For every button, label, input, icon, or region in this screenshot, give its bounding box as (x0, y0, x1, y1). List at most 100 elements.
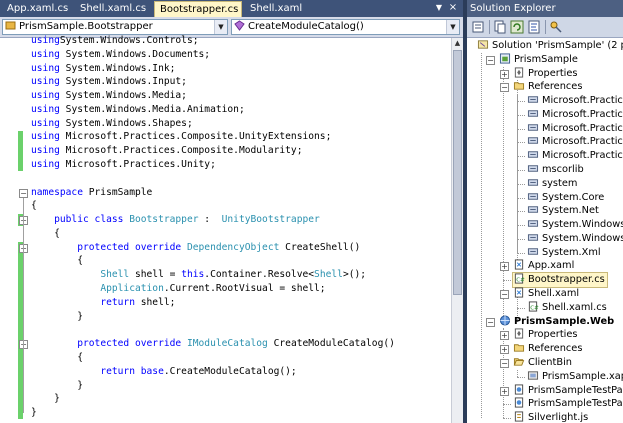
tab-list-dropdown-icon[interactable]: ▼ (433, 2, 445, 14)
tree-node[interactable]: Properties (513, 328, 578, 342)
tree-node-label: Microsoft.Practices (542, 122, 623, 134)
tree-node-label: PrismSample (514, 53, 578, 65)
tree-connector (517, 80, 518, 253)
code-keyword: protected override (77, 338, 182, 350)
reference-icon (527, 206, 539, 214)
tree-node[interactable]: C# Bootstrapper.cs (512, 272, 608, 289)
collapse-node-icon[interactable]: − (486, 317, 495, 327)
show-all-files-icon[interactable] (493, 20, 507, 34)
code-line: using Microsoft.Practices.Unity; (31, 158, 216, 172)
tree-connector (503, 404, 511, 406)
tree-node[interactable]: Properties (513, 67, 578, 81)
tree-node[interactable]: Microsoft.Practices (527, 149, 623, 163)
tree-node[interactable]: System.Windows (527, 218, 623, 232)
tree-node[interactable]: Solution 'PrismSample' (2 projects) (477, 39, 623, 53)
tree-node[interactable]: C# Shell.xaml.cs (527, 301, 607, 315)
reference-icon (527, 123, 539, 131)
tree-node[interactable]: PrismSample (499, 53, 578, 67)
class-diagram-icon[interactable] (549, 20, 563, 34)
chevron-down-icon[interactable]: ▼ (214, 20, 227, 34)
method-icon (234, 20, 245, 31)
expand-node-icon[interactable]: + (500, 386, 509, 396)
tree-connector (517, 170, 525, 172)
code-keyword: using (31, 76, 60, 88)
collapse-node-icon[interactable]: − (500, 358, 509, 368)
expand-node-icon[interactable]: + (500, 345, 509, 355)
tree-node[interactable]: System.Xml (527, 246, 601, 260)
tree-node[interactable]: System.Net (527, 204, 599, 218)
tree-node[interactable]: System.Core (527, 191, 604, 205)
tree-node[interactable]: Shell.xaml (513, 287, 579, 301)
tab-app-xaml-cs[interactable]: App.xaml.cs (2, 1, 72, 17)
code-token: Microsoft.Practices.Unity; (59, 159, 216, 171)
tree-node-label: System.Xml (542, 246, 601, 258)
close-tab-icon[interactable]: × (447, 2, 459, 14)
code-token: { (31, 255, 83, 267)
code-keyword: using (31, 159, 60, 171)
tree-node[interactable]: System.Windows.B (527, 232, 623, 246)
tab-shell-xaml-cs[interactable]: Shell.xaml.cs (75, 1, 153, 17)
editor-gutter: − − − − (0, 38, 28, 423)
tree-connector (517, 238, 525, 240)
reference-icon (527, 110, 539, 117)
code-line: return base.CreateModuleCatalog(); (31, 365, 297, 379)
tree-node[interactable]: system (527, 177, 577, 191)
code-token: System.Windows.Shapes; (59, 117, 193, 129)
vertical-scrollbar[interactable]: ▲ (451, 38, 463, 423)
code-token: .Current.RootVisual = shell; (163, 283, 326, 295)
expand-node-icon[interactable]: + (500, 331, 509, 341)
code-token: System.Windows.Media.Animation; (59, 103, 245, 115)
collapse-region-icon[interactable]: − (19, 188, 28, 198)
code-line: } (31, 392, 60, 406)
code-token: } (31, 407, 37, 419)
tree-node[interactable]: References (513, 342, 582, 356)
tree-node[interactable]: Microsoft.Practices (527, 122, 623, 136)
collapse-node-icon[interactable]: − (500, 83, 509, 93)
tree-node[interactable]: Silverlight.js (513, 411, 588, 423)
tree-connector (517, 307, 525, 309)
tree-node[interactable]: References (513, 80, 582, 94)
code-token: .CreateModuleCatalog(); (163, 365, 297, 377)
tree-node[interactable]: PrismSample.Web (499, 315, 614, 329)
code-keyword: public class (54, 214, 124, 226)
folder-icon (513, 344, 525, 352)
properties-icon[interactable] (471, 20, 485, 34)
tab-bootstrapper-cs[interactable]: Bootstrapper.cs (154, 1, 242, 17)
svg-text:C#: C# (530, 305, 539, 311)
expand-node-icon[interactable]: + (500, 69, 509, 79)
view-code-icon[interactable] (527, 20, 541, 34)
reference-icon (527, 220, 539, 227)
tree-node[interactable]: PrismSampleTestPage.aspx (513, 383, 623, 398)
tree-connector (481, 52, 482, 419)
code-editor[interactable]: App.xaml.cs Shell.xaml.cs Bootstrapper.c… (0, 0, 463, 423)
tree-node-label: PrismSampleTestPage.aspx (528, 384, 623, 396)
tree-node[interactable]: PrismSample.xap (527, 370, 623, 384)
tree-node[interactable]: App.xaml (513, 259, 574, 273)
open-folder-icon (513, 358, 525, 366)
scroll-up-icon[interactable]: ▲ (452, 38, 463, 49)
collapse-node-icon[interactable]: − (500, 290, 509, 300)
tree-node[interactable]: mscorlib (527, 163, 584, 177)
tree-node[interactable]: Microsoft.Practices (527, 108, 623, 122)
member-combo[interactable]: CreateModuleCatalog() ▼ (231, 19, 460, 35)
chevron-down-icon[interactable]: ▼ (446, 20, 459, 34)
expand-node-icon[interactable]: + (500, 262, 509, 272)
toolbar-separator (545, 20, 546, 34)
code-line: Shell shell = this.Container.Resolve<She… (31, 268, 366, 282)
collapse-node-icon[interactable]: − (486, 55, 495, 65)
web-page-icon (514, 397, 524, 408)
reference-icon (527, 96, 539, 103)
web-project-icon (499, 315, 511, 326)
tree-node[interactable]: ClientBin (513, 356, 572, 370)
tree-node[interactable]: Microsoft.Practices (527, 94, 623, 108)
code-token: } (31, 379, 83, 391)
tree-node[interactable]: Microsoft.Practices (527, 135, 623, 149)
tree-node[interactable]: PrismSampleTestPage.html (513, 397, 623, 411)
scrollbar-thumb[interactable] (453, 50, 462, 295)
tab-shell-xaml[interactable]: Shell.xaml (245, 1, 309, 17)
code-token: shell; (134, 296, 176, 308)
type-combo[interactable]: PrismSample.Bootstrapper ▼ (2, 19, 228, 35)
refresh-icon[interactable] (510, 20, 524, 34)
